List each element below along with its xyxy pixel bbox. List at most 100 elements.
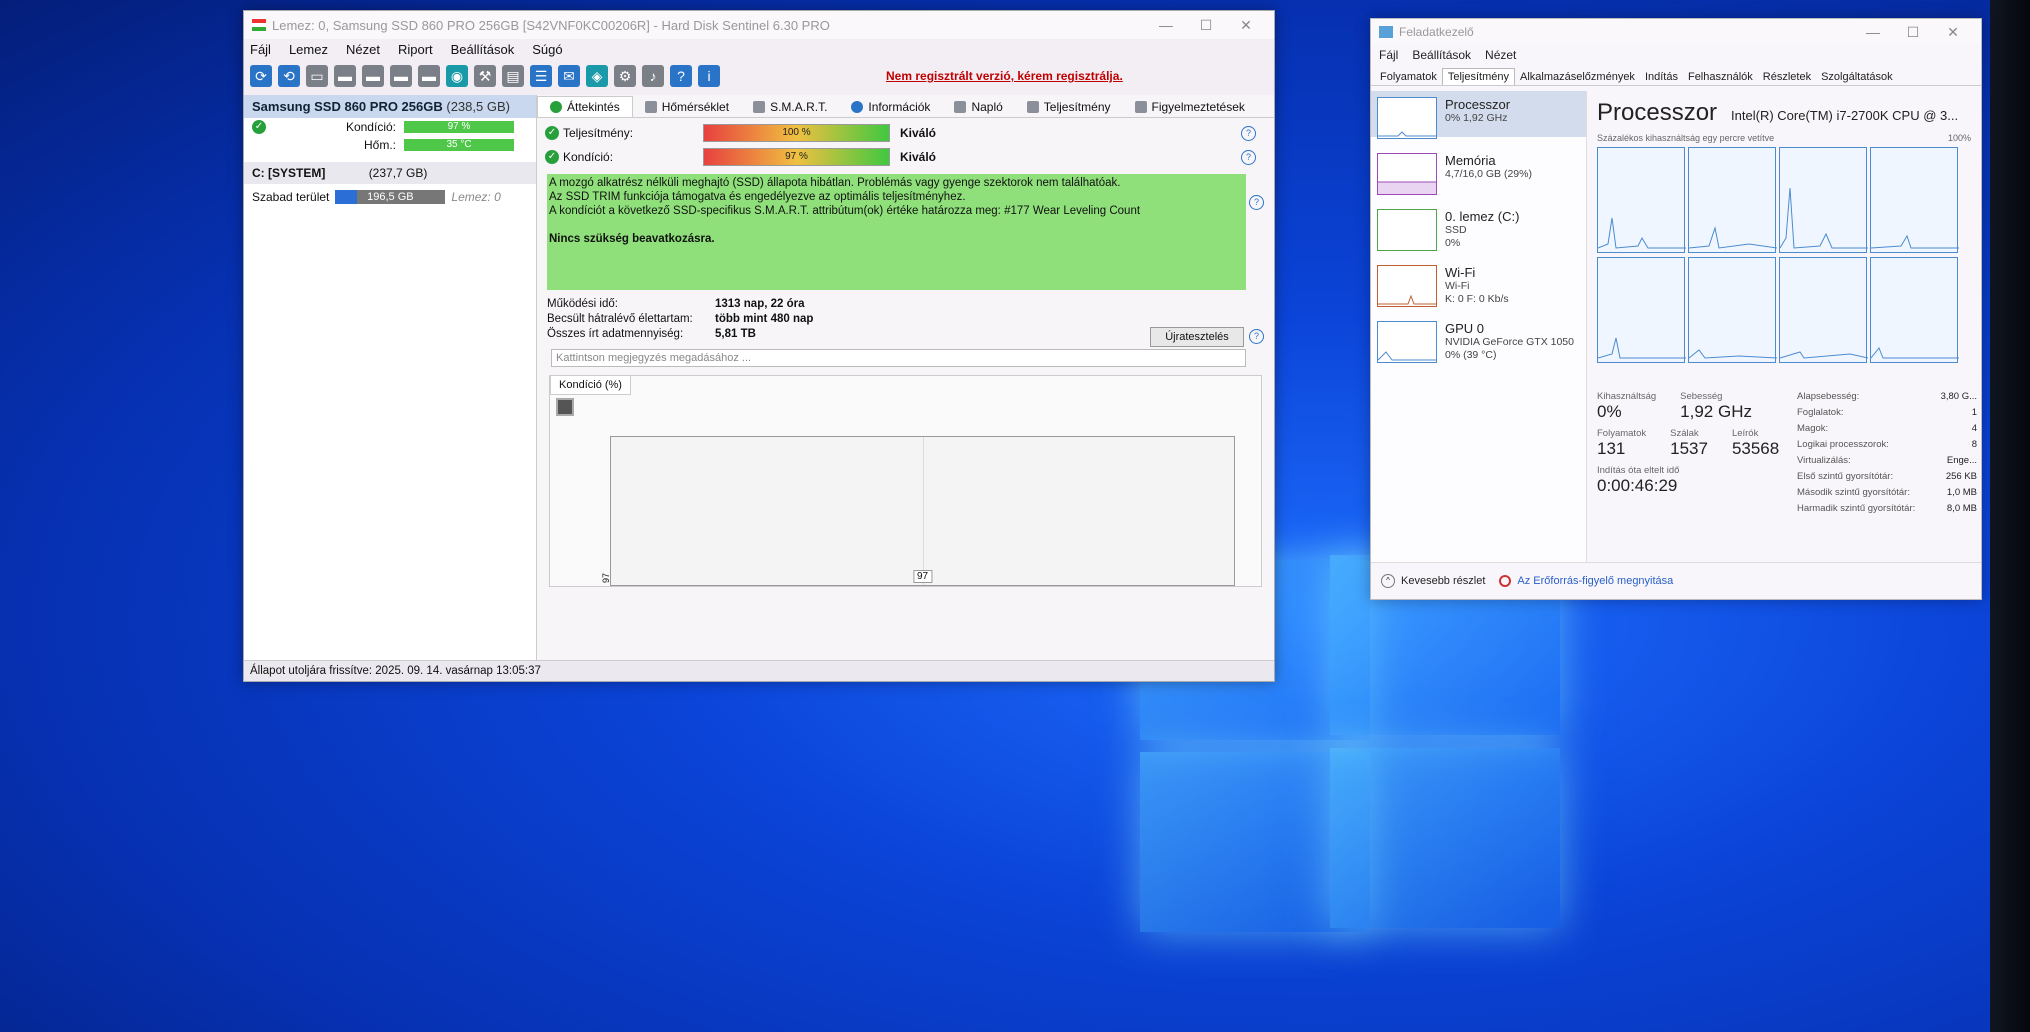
disk-info-icon[interactable]: ▬ [418,65,440,87]
note-input[interactable]: Kattintson megjegyzés megadásához ... [551,349,1246,367]
resource-disk[interactable]: 0. lemez (C:) SSD 0% [1371,203,1586,251]
stat-key: Összes írt adatmennyiség: [547,328,684,340]
info-line-3: A kondíciót a következő SSD-specifikus S… [549,205,1141,217]
prop-value: 8,0 MB [1946,503,1977,514]
tab-felhasznalok[interactable]: Felhasználók [1683,69,1758,85]
sound-icon[interactable]: ♪ [642,65,664,87]
resource-wifi[interactable]: Wi-Fi Wi-Fi K: 0 F: 0 Kb/s [1371,259,1586,307]
tab-inditas[interactable]: Indítás [1640,69,1683,85]
chevron-up-icon[interactable]: ^ [1381,574,1395,588]
resource-sub: Wi-Fi [1445,280,1470,292]
disk-header[interactable]: Samsung SSD 860 PRO 256GB (238,5 GB) [244,95,536,118]
tab-smart[interactable]: S.M.A.R.T. [741,97,839,117]
metric-value: 1,92 GHz [1680,402,1752,421]
menu-beallitasok[interactable]: Beállítások [451,42,515,57]
tab-homerseklet[interactable]: Hőmérséklet [633,97,741,117]
gpu-thumbnail [1377,321,1437,363]
close-button[interactable]: ✕ [1933,24,1973,41]
minimize-button[interactable]: — [1146,17,1186,33]
disk-icon[interactable]: ▭ [306,65,328,87]
maximize-button[interactable]: ☐ [1893,24,1933,41]
prop-key: Logikai processzorok: [1797,439,1889,450]
memory-thumbnail [1377,153,1437,195]
maximize-button[interactable]: ☐ [1186,17,1226,34]
report-icon[interactable]: ☰ [530,65,552,87]
disk-test-icon[interactable]: ▬ [334,65,356,87]
tab-reszletek[interactable]: Részletek [1758,69,1816,85]
chart-tab[interactable]: Kondíció (%) [550,375,631,395]
menu-nezet[interactable]: Nézet [346,42,380,57]
prop-value: 4 [1971,423,1977,434]
network-disk-icon[interactable]: ◉ [446,65,468,87]
menu-fajl[interactable]: Fájl [250,42,271,57]
settings-icon[interactable]: ⚙ [614,65,636,87]
metric-processes: Folyamatok 131 [1597,428,1646,459]
alerts-icon [1134,101,1147,113]
save-icon[interactable] [556,398,574,416]
close-button[interactable]: ✕ [1226,17,1266,34]
tools-icon[interactable]: ⚒ [474,65,496,87]
resource-cpu[interactable]: Processzor 0% 1,92 GHz [1371,91,1586,139]
chart-plot-area: 97 97 [601,436,1235,586]
help-circle-icon[interactable]: ? [1249,329,1264,344]
network-icon[interactable]: ◈ [586,65,608,87]
stat-key: Működési idő: [547,298,618,310]
open-resource-monitor-link[interactable]: Az Erőforrás-figyelő megnyitása [1517,575,1673,587]
windows-logo-pane-br [1330,748,1560,928]
disk-schedule-icon[interactable]: ▬ [362,65,384,87]
chart-gridline [922,437,924,585]
drive-icon[interactable]: ▤ [502,65,524,87]
disk-temp-bar: 35 °C [404,139,514,151]
tab-teljesitmeny[interactable]: Teljesítmény [1015,97,1123,117]
tab-teljesitmeny[interactable]: Teljesítmény [1441,68,1515,85]
performance-icon [1026,101,1039,113]
volume-size: (237,7 GB) [368,166,428,180]
refresh-icon[interactable]: ⟳ [250,65,272,87]
minimize-button[interactable]: — [1853,24,1893,40]
tm-menu-fajl[interactable]: Fájl [1379,48,1398,62]
tab-szolgaltatasok[interactable]: Szolgáltatások [1816,69,1898,85]
condition-chart: Kondíció (%) 97 97 [549,375,1262,587]
about-icon[interactable]: i [698,65,720,87]
metric-uptime: Indítás óta eltelt idő 0:00:46:29 [1597,465,1763,496]
help-circle-icon[interactable]: ? [1241,149,1256,165]
tab-informaciok[interactable]: Információk [839,97,942,117]
resource-memory[interactable]: Memória 4,7/16,0 GB (29%) [1371,147,1586,195]
resource-gpu[interactable]: GPU 0 NVIDIA GeForce GTX 1050 0% (39 °C) [1371,315,1586,363]
retest-button[interactable]: Újratesztelés [1150,327,1244,347]
menu-sugo[interactable]: Súgó [532,42,562,57]
resource-sub: 0% (39 °C) [1445,349,1497,361]
menu-riport[interactable]: Riport [398,42,433,57]
tab-naplo[interactable]: Napló [942,97,1014,117]
tm-menubar: Fájl Beállítások Nézet [1371,45,1981,65]
disk-check-icon[interactable]: ▬ [390,65,412,87]
help-icon[interactable]: ? [670,65,692,87]
tm-menu-nezet[interactable]: Nézet [1485,48,1516,62]
core-graph [1688,147,1777,253]
help-circle-icon[interactable]: ? [1249,195,1264,210]
info-line-2: Az SSD TRIM funkciója támogatva és enged… [549,191,966,203]
performance-value: Kiváló [900,126,937,140]
tab-attekintes[interactable]: Áttekintés [537,96,633,117]
tab-figyelmeztetesek[interactable]: Figyelmeztetések [1123,97,1257,117]
tm-titlebar[interactable]: Feladatkezelő — ☐ ✕ [1371,19,1981,45]
fewer-details-button[interactable]: Kevesebb részlet [1401,575,1485,587]
refresh-all-icon[interactable]: ⟲ [278,65,300,87]
tab-alkalmazaselozmenyek[interactable]: Alkalmazáselőzmények [1515,69,1640,85]
metric-value: 1537 [1670,439,1708,458]
help-circle-icon[interactable]: ? [1241,125,1256,141]
tm-menu-beallitasok[interactable]: Beállítások [1412,48,1471,62]
prop-row: Virtualizálás: Enge... [1797,455,1977,471]
tab-label: Figyelmeztetések [1151,100,1245,114]
prop-key: Első szintű gyorsítótár: [1797,471,1894,482]
register-link[interactable]: Nem regisztrált verzió, kérem regisztrál… [886,69,1123,83]
disk-condition-label: Kondíció: [345,120,396,134]
resource-sub: 0% 1,92 GHz [1445,112,1508,124]
prop-key: Virtualizálás: [1797,455,1851,466]
volume-item[interactable]: C: [SYSTEM] (237,7 GB) [244,162,536,184]
condition-bar: 97 % [703,148,890,166]
hds-titlebar[interactable]: Lemez: 0, Samsung SSD 860 PRO 256GB [S42… [244,11,1274,39]
menu-lemez[interactable]: Lemez [289,42,328,57]
email-icon[interactable]: ✉ [558,65,580,87]
tab-folyamatok[interactable]: Folyamatok [1375,69,1442,85]
